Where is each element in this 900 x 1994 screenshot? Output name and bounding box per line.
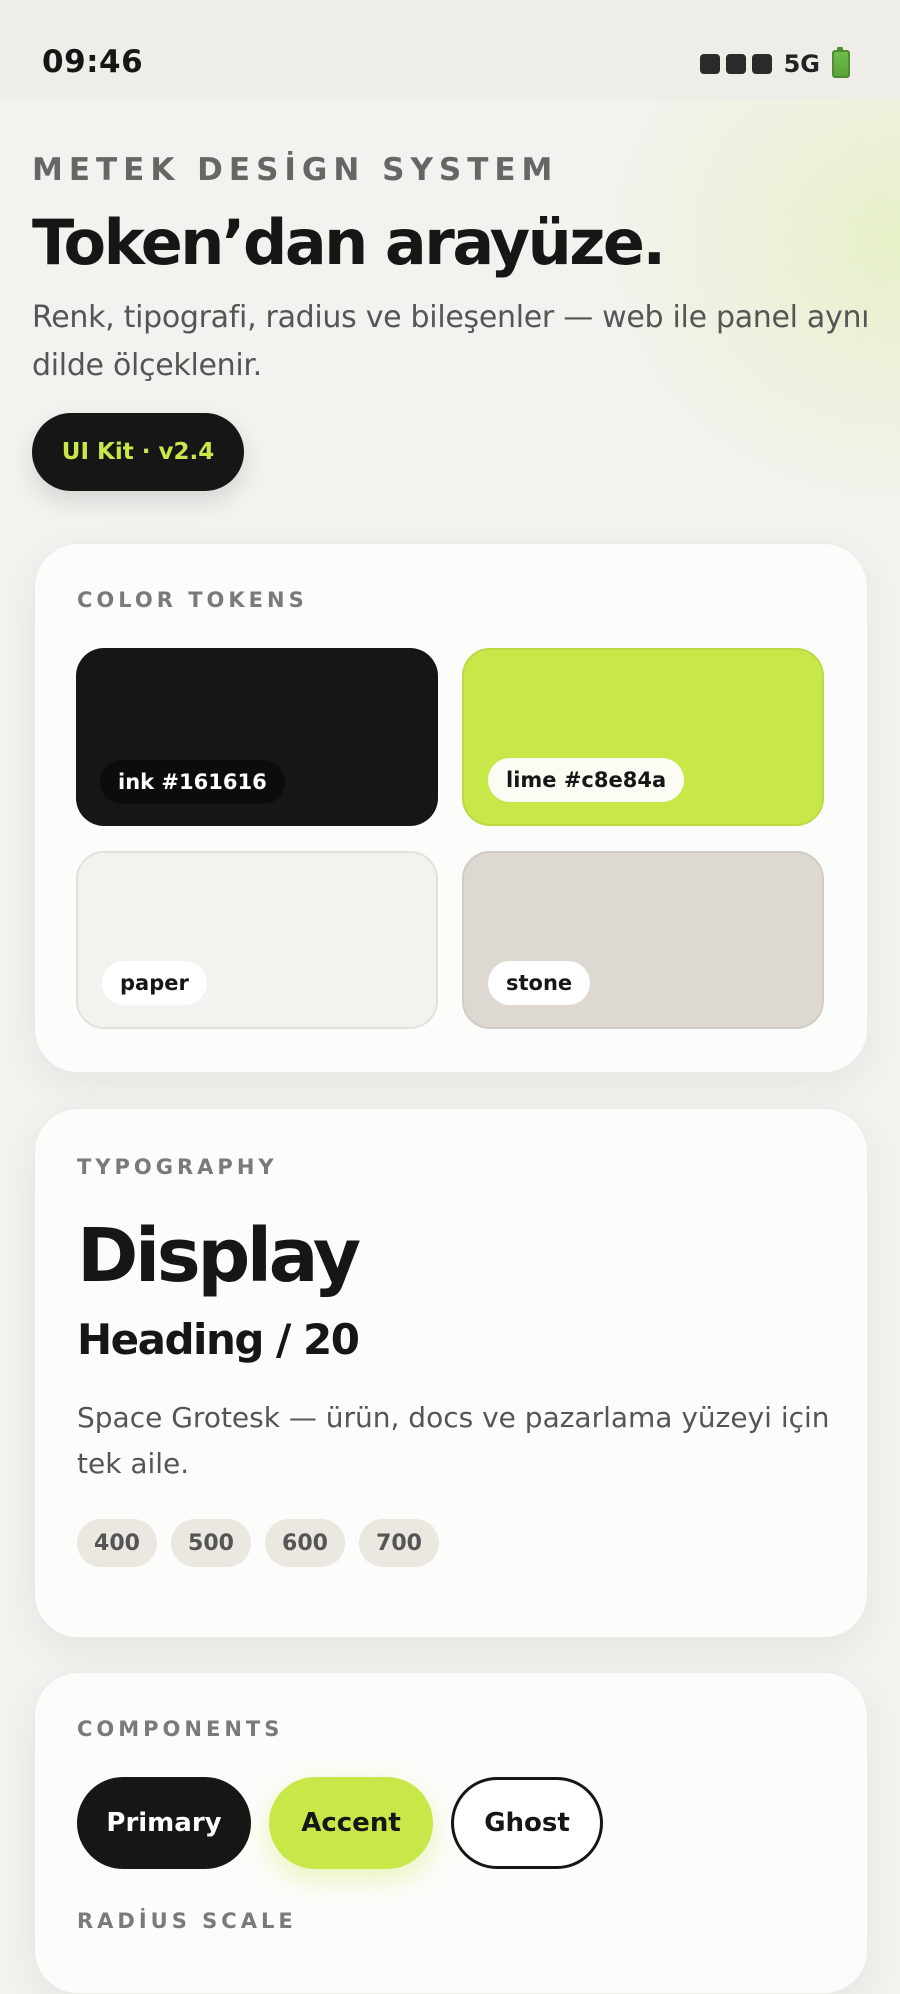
status-time: 09:46 — [42, 44, 144, 80]
status-bar: 09:46 5G — [0, 0, 900, 100]
weight-chip[interactable]: 700 — [359, 1519, 439, 1567]
swatch-tag: paper — [102, 961, 207, 1005]
weight-chip[interactable]: 600 — [265, 1519, 345, 1567]
ghost-button[interactable]: Ghost — [451, 1777, 603, 1869]
page-title: Token’dan arayüze. — [32, 206, 666, 279]
hero-eyebrow: METEK DESİGN SYSTEM — [32, 152, 559, 188]
swatch-tag: lime #c8e84a — [488, 758, 685, 802]
weight-chip[interactable]: 500 — [171, 1519, 251, 1567]
heading-sample: Heading / 20 — [77, 1315, 360, 1364]
color-tokens-card: COLOR TOKENS ink #161616 lime #c8e84a pa… — [34, 543, 868, 1073]
swatch-stone[interactable]: stone — [462, 851, 824, 1029]
card-label: COLOR TOKENS — [77, 588, 308, 612]
components-card: COMPONENTS Primary Accent Ghost RADİUS S… — [34, 1672, 868, 1994]
signal-icon — [751, 54, 772, 74]
display-sample: Display — [77, 1213, 361, 1299]
signal-icon — [725, 54, 746, 74]
primary-button[interactable]: Primary — [77, 1777, 251, 1869]
version-badge[interactable]: UI Kit · v2.4 — [32, 413, 244, 491]
signal-icon — [699, 54, 720, 74]
hero-description: Renk, tipografi, radius ve bileşenler — … — [32, 300, 870, 383]
swatch-ink[interactable]: ink #161616 — [76, 648, 438, 826]
card-label: TYPOGRAPHY — [77, 1155, 278, 1179]
swatch-tag: stone — [488, 961, 591, 1005]
status-indicators: 5G — [699, 47, 850, 78]
card-label: COMPONENTS — [77, 1717, 284, 1741]
swatch-paper[interactable]: paper — [76, 851, 438, 1029]
radius-scale-label: RADİUS SCALE — [77, 1909, 297, 1933]
weight-chip[interactable]: 400 — [77, 1519, 157, 1567]
typography-card: TYPOGRAPHY Display Heading / 20 Space Gr… — [34, 1108, 868, 1638]
battery-icon — [832, 47, 850, 78]
font-weights: 400 500 600 700 — [77, 1519, 439, 1567]
body-sample: Space Grotesk — ürün, docs ve pazarlama … — [77, 1401, 830, 1480]
swatch-tag: ink #161616 — [100, 760, 285, 804]
accent-button[interactable]: Accent — [269, 1777, 433, 1869]
swatch-lime[interactable]: lime #c8e84a — [462, 648, 824, 826]
network-label: 5G — [783, 50, 820, 78]
